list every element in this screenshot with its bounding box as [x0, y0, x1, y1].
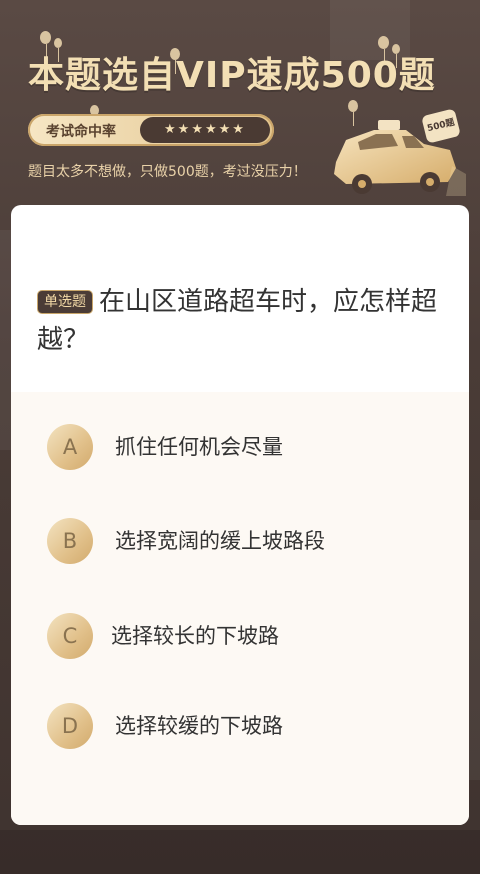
balloon-icon [40, 31, 51, 58]
question-card: 单选题 在山区道路超车时，应怎样超越？ A 抓住任何机会尽量 B 选择宽阔的缓上坡… [11, 205, 469, 825]
hit-rate-label: 考试命中率 [46, 124, 116, 140]
question-text-block: 单选题 在山区道路超车时，应怎样超越？ [37, 283, 447, 359]
option-letter-a: A [47, 424, 93, 470]
option-d[interactable]: D 选择较缓的下坡路 [47, 703, 447, 749]
options-list: A 抓住任何机会尽量 B 选择宽阔的缓上坡路段 C 选择较长的下坡路 D 选择较… [11, 392, 469, 825]
banner-title: 本题选自VIP速成500题 [28, 55, 436, 96]
star-rating: ★★★★★★ [140, 117, 270, 143]
option-letter-c: C [47, 613, 93, 659]
vip-banner[interactable]: 本题选自VIP速成500题 考试命中率 ★★★★★★ 题目太多不想做，只做500… [0, 0, 480, 205]
option-letter-b: B [47, 518, 93, 564]
option-text-d: 选择较缓的下坡路 [115, 714, 283, 738]
question-text: 在山区道路超车时，应怎样超越？ [37, 287, 438, 355]
option-c[interactable]: C 选择较长的下坡路 [47, 613, 447, 659]
question-type-tag: 单选题 [37, 290, 93, 314]
option-text-b: 选择宽阔的缓上坡路段 [115, 529, 325, 553]
option-a[interactable]: A 抓住任何机会尽量 [47, 424, 447, 470]
option-letter-d: D [47, 703, 93, 749]
hit-rate-pill: 考试命中率 ★★★★★★ [28, 114, 274, 146]
option-b[interactable]: B 选择宽阔的缓上坡路段 [47, 518, 447, 564]
banner-subtitle: 题目太多不想做，只做500题，考过没压力！ [28, 164, 307, 180]
option-text-c: 选择较长的下坡路 [111, 624, 279, 648]
option-text-a: 抓住任何机会尽量 [115, 435, 283, 459]
bg-road [0, 830, 480, 874]
